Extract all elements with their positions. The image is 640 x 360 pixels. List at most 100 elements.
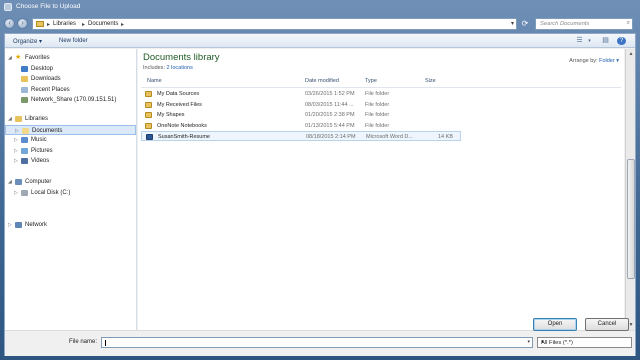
collapse-arrow-icon[interactable]: ▷ [8, 222, 12, 228]
computer-icon [15, 179, 22, 185]
preview-pane-icon[interactable]: ▤ [601, 37, 610, 45]
view-options-icon[interactable]: ☰ [575, 37, 584, 45]
expand-arrow-icon[interactable]: ◢ [8, 55, 12, 61]
sidebar-libraries[interactable]: ◢ Libraries [5, 114, 136, 124]
file-type: File folder [365, 91, 390, 97]
sidebar-network[interactable]: ▷ Network [5, 220, 136, 230]
collapse-arrow-icon[interactable]: ▷ [15, 128, 19, 134]
file-name-input[interactable]: ▾ [101, 337, 533, 348]
breadcrumb-separator-icon: ▸ [121, 22, 125, 28]
file-type: File folder [365, 112, 390, 118]
file-row[interactable]: My Received Files 08/03/2015 11:44 ... F… [141, 100, 461, 110]
navigation-pane: ◢ ★ Favorites Desktop Downloads Recent P… [5, 49, 137, 330]
collapse-arrow-icon[interactable]: ▷ [14, 158, 18, 164]
library-includes: Includes: 2 locations [143, 65, 193, 71]
command-bar: Organize ▾ New folder ☰ ▾ ▤ ? [5, 34, 635, 48]
file-row[interactable]: OneNote Notebooks 01/13/2015 5:44 PM Fil… [141, 121, 461, 131]
vertical-scrollbar[interactable]: ▲ ▼ [625, 49, 635, 330]
chevron-down-icon[interactable]: ▾ [527, 339, 530, 345]
sidebar-label: Network [25, 222, 48, 228]
back-arrow-icon[interactable]: ‹ [4, 18, 15, 29]
sidebar-item-label: Videos [31, 158, 50, 164]
sidebar-item-label: Downloads [31, 76, 61, 82]
header-divider [141, 87, 621, 88]
sidebar-item-local-disk[interactable]: ▷ Local Disk (C:) [5, 188, 136, 198]
sidebar-item-videos[interactable]: ▷ Videos [5, 156, 136, 166]
star-icon: ★ [15, 54, 22, 61]
open-button[interactable]: Open [533, 318, 577, 331]
file-date: 01/13/2015 5:44 PM [305, 123, 355, 129]
file-date: 08/18/2015 2:14 PM [306, 134, 356, 140]
breadcrumb-libraries[interactable]: Libraries [53, 21, 76, 27]
column-header-type[interactable]: Type [365, 78, 377, 87]
new-folder-button[interactable]: New folder [59, 38, 88, 44]
file-name: OneNote Notebooks [157, 123, 207, 129]
scroll-up-icon[interactable]: ▲ [627, 50, 635, 58]
file-name: My Data Sources [157, 91, 200, 97]
file-row[interactable]: My Data Sources 03/26/2015 1:52 PM File … [141, 89, 461, 99]
network-drive-icon [21, 97, 28, 103]
file-name-bar: File name: ▾ All Files (*.*) ▾ [5, 330, 635, 356]
sidebar-favorites[interactable]: ◢ ★ Favorites [5, 53, 136, 63]
file-date: 01/20/2015 2:38 PM [305, 112, 355, 118]
file-type-filter[interactable]: All Files (*.*) ▾ [537, 337, 632, 348]
scroll-thumb[interactable] [627, 159, 635, 279]
column-header-size[interactable]: Size [425, 78, 436, 87]
sidebar-item-label: Local Disk (C:) [31, 190, 71, 196]
expand-arrow-icon[interactable]: ◢ [8, 179, 12, 185]
forward-arrow-icon[interactable]: › [17, 18, 28, 29]
folder-icon [145, 91, 152, 97]
collapse-arrow-icon[interactable]: ▷ [14, 148, 18, 154]
file-type: File folder [365, 102, 390, 108]
disk-icon [21, 190, 28, 196]
expand-arrow-icon[interactable]: ◢ [8, 116, 12, 122]
sidebar-item-downloads[interactable]: Downloads [5, 74, 136, 84]
sidebar-item-music[interactable]: ▷ Music [5, 135, 136, 145]
cancel-button[interactable]: Cancel [585, 318, 629, 331]
organize-button[interactable]: Organize ▾ [13, 38, 42, 45]
file-list-pane: Documents library Includes: 2 locations … [138, 49, 624, 330]
address-bar[interactable]: ▸ Libraries ▸ Documents ▸ ▾ [32, 18, 517, 30]
library-title: Documents library [143, 52, 220, 63]
file-type: File folder [365, 123, 390, 129]
sidebar-label: Computer [25, 179, 52, 185]
sidebar-computer[interactable]: ◢ Computer [5, 177, 136, 187]
help-icon[interactable]: ? [617, 37, 626, 45]
view-dropdown-icon[interactable]: ▾ [585, 37, 594, 45]
collapse-arrow-icon[interactable]: ▷ [14, 190, 18, 196]
folder-icon [145, 102, 152, 108]
breadcrumb-separator-icon: ▸ [47, 22, 51, 28]
sidebar-item-desktop[interactable]: Desktop [5, 64, 136, 74]
file-row[interactable]: My Shapes 01/20/2015 2:38 PM File folder [141, 110, 461, 120]
sidebar-item-network-share[interactable]: Network_Share (170.09.151.51) [5, 95, 136, 105]
text-caret [105, 340, 106, 346]
music-icon [21, 137, 28, 143]
file-name: SusanSmith-Resume [158, 134, 210, 140]
file-row[interactable]: SusanSmith-Resume 08/18/2015 2:14 PM Mic… [141, 131, 461, 141]
includes-locations-link[interactable]: 2 locations [167, 65, 193, 71]
chevron-down-icon[interactable]: ▾ [511, 20, 514, 27]
dialog-body: Organize ▾ New folder ☰ ▾ ▤ ? ◢ ★ Favori… [4, 33, 636, 356]
sidebar-item-label: Pictures [31, 148, 53, 154]
collapse-arrow-icon[interactable]: ▷ [14, 137, 18, 143]
word-document-icon [146, 134, 153, 140]
window-icon [4, 3, 12, 11]
file-name: My Received Files [157, 102, 202, 108]
sidebar-item-pictures[interactable]: ▷ Pictures [5, 146, 136, 156]
file-size: 14 KB [438, 134, 453, 140]
documents-icon [22, 128, 29, 134]
file-dialog-window: Choose File to Upload ‹ › ▸ Libraries ▸ … [0, 0, 640, 360]
column-header-date[interactable]: Date modified [305, 78, 339, 87]
sidebar-item-recent-places[interactable]: Recent Places [5, 85, 136, 95]
sidebar-item-label: Desktop [31, 66, 54, 72]
sidebar-item-documents[interactable]: ▷ Documents [5, 125, 136, 135]
column-header-name[interactable]: Name [147, 78, 162, 87]
videos-icon [21, 158, 28, 164]
breadcrumb-documents[interactable]: Documents [88, 21, 118, 27]
file-name: My Shapes [157, 112, 185, 118]
refresh-icon[interactable]: ⟳ [520, 18, 530, 30]
folder-icon [145, 123, 152, 129]
arrange-by-dropdown[interactable]: Folder ▾ [599, 58, 619, 64]
search-input[interactable]: Search Documents ⌕ [535, 18, 633, 30]
arrange-by-label: Arrange by: [569, 58, 598, 64]
